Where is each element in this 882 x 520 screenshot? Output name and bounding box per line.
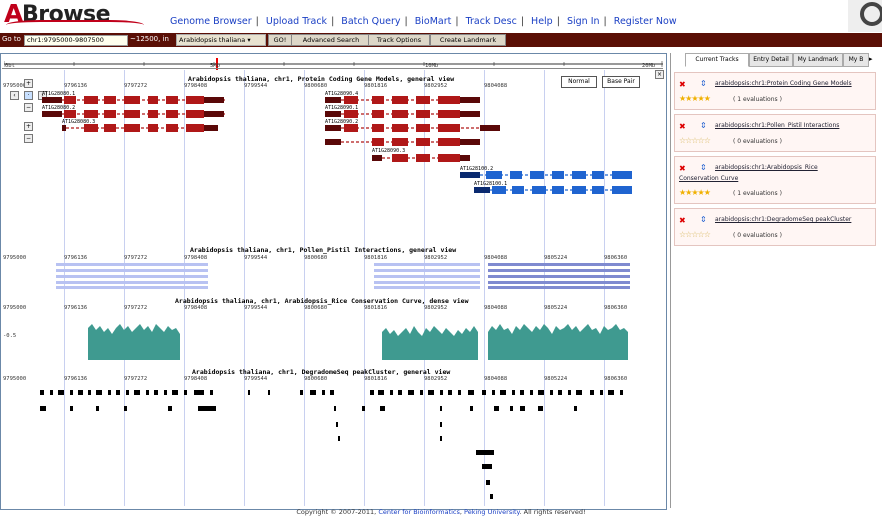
footer-rights: . All rights reserved! [519,508,586,516]
tick-1: 9796136 [64,376,88,382]
remove-track-icon[interactable]: ✖ [679,80,686,89]
footer: Copyright © 2007-2011, Center for Bioinf… [0,508,882,516]
tick-7: 9802952 [424,305,448,311]
evaluation-count: ( 0 evaluations ) [733,232,782,239]
tick-7: 9802952 [424,376,448,382]
conservation-curve-canvas[interactable] [0,318,665,362]
tick-6: 9801816 [364,376,388,382]
remove-track-icon[interactable]: ✖ [679,122,686,131]
tick-10: 9806360 [604,305,628,311]
tick-5: 9800680 [304,305,328,311]
tick-8: 9804088 [484,376,508,382]
corner-logo-icon [848,0,882,32]
rating-stars[interactable]: ☆☆☆☆☆ [679,136,711,145]
track-card-title-line2[interactable]: Conservation Curve [679,175,738,182]
tick-6: 9801816 [364,305,388,311]
tick-8: 9804088 [484,305,508,311]
footer-link-pku[interactable]: Peking University [464,508,519,516]
track-card: ✖ ⇕ arabidopsis:chr1:Pollen_Pistil Inter… [674,114,876,152]
tab-entry-detail[interactable]: Entry Detail [749,53,793,67]
tab-my-b[interactable]: My B [843,53,869,67]
rating-stars[interactable]: ★★★★★ [679,188,711,197]
tick-5: 9800680 [304,376,328,382]
evaluation-count: ( 1 evaluations ) [733,190,782,197]
tick-4: 9799544 [244,305,268,311]
degradome-canvas[interactable] [0,388,665,506]
tab-current-tracks[interactable]: Current Tracks [685,53,749,67]
rating-stars[interactable]: ☆☆☆☆☆ [679,230,711,239]
tick-2: 9797272 [124,305,148,311]
evaluation-count: ( 0 evaluations ) [733,138,782,145]
tick-3: 9798408 [184,305,208,311]
tick-9: 9805224 [544,376,568,382]
pollen-pistil-canvas[interactable] [0,260,665,292]
track-card: ✖ ⇕ arabidopsis:chr1:Protein Coding Gene… [674,72,876,110]
curve-top-label: 9795000 [3,305,27,311]
gene-models-canvas[interactable] [0,0,665,200]
track-card-title[interactable]: arabidopsis:chr1:Protein Coding Gene Mod… [715,80,852,87]
tick-3: 9798408 [184,376,208,382]
reorder-track-icon[interactable]: ⇕ [700,163,707,172]
footer-copyright: Copyright © 2007-2011, [296,508,379,516]
footer-link-cbi[interactable]: Center for Bioinformatics [378,508,460,516]
tick-9: 9805224 [544,305,568,311]
reorder-track-icon[interactable]: ⇕ [700,215,707,224]
reorder-track-icon[interactable]: ⇕ [700,121,707,130]
tick-10: 9806360 [604,376,628,382]
tick-2: 9797272 [124,376,148,382]
tick-4: 9799544 [244,376,268,382]
track-title-degradome: Arabidopsis thaliana, chr1, DegradomeSeq… [192,368,451,376]
track-title-pollen-pistil: Arabidopsis thaliana, chr1, Pollen_Pisti… [190,246,457,254]
reorder-track-icon[interactable]: ⇕ [700,79,707,88]
track-card-title[interactable]: arabidopsis:chr1:DegradomeSeq peakCluste… [715,216,851,223]
track-card: ✖ ⇕ arabidopsis:chr1:DegradomeSeq peakCl… [674,208,876,246]
track-card-title[interactable]: arabidopsis:chr1:Arabidopsis_Rice [715,164,818,171]
track-card-title[interactable]: arabidopsis:chr1:Pollen_Pistil Interacti… [715,122,839,129]
track-card: ✖ ⇕ arabidopsis:chr1:Arabidopsis_Rice Co… [674,156,876,204]
evaluation-count: ( 1 evaluations ) [733,96,782,103]
rating-stars[interactable]: ★★★★★ [679,94,711,103]
remove-track-icon[interactable]: ✖ [679,164,686,173]
remove-track-icon[interactable]: ✖ [679,216,686,225]
tick-0: 9795000 [3,376,27,382]
track-title-conservation: Arabidopsis thaliana, chr1, Arabidopsis_… [175,297,469,305]
tab-my-landmark[interactable]: My Landmark [793,53,843,67]
tab-scroll-right-icon[interactable]: ▸ [869,55,873,63]
tick-1: 9796136 [64,305,88,311]
